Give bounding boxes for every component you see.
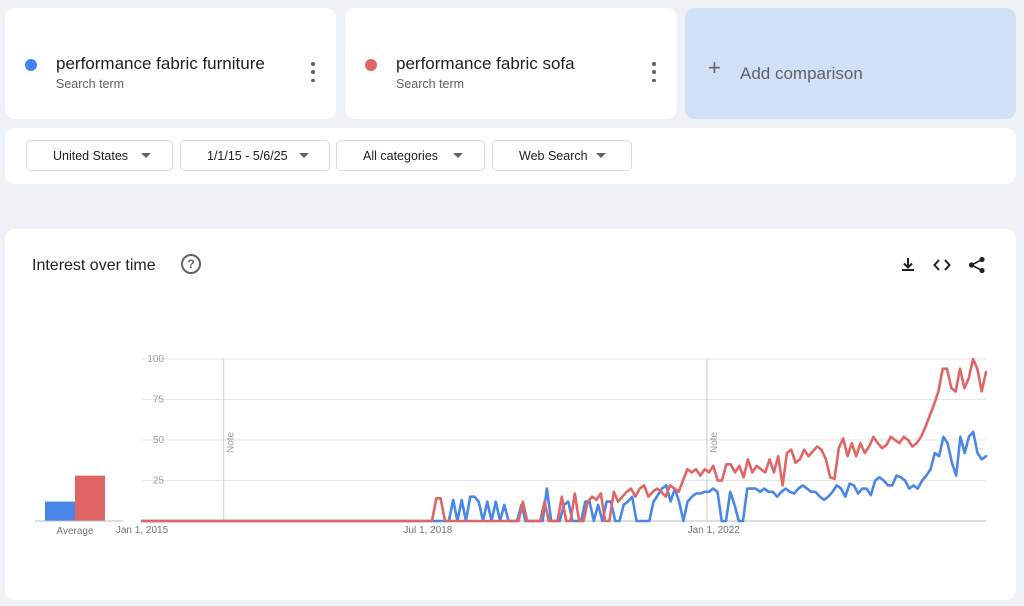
term-card-1[interactable]: performance fabric furniture Search term: [5, 8, 336, 119]
interest-chart: Average 25 50 75 100 Note Note Jan 1, 2015 Ju…: [35, 354, 988, 537]
more-vert-icon[interactable]: [304, 62, 322, 82]
note-label[interactable]: Note: [709, 431, 720, 453]
term-subtitle: Search term: [396, 77, 465, 91]
search-source-select[interactable]: Web Search: [492, 140, 632, 171]
search-source-value: Web Search: [519, 149, 588, 163]
note-label[interactable]: Note: [226, 431, 237, 453]
interest-over-time-card: Interest over time ? Average 25 50 75 100 N…: [5, 229, 1016, 600]
category-select[interactable]: All categories: [336, 140, 485, 171]
add-comparison-label: Add comparison: [740, 64, 863, 83]
filter-bar: United States 1/1/15 - 5/6/25 All catego…: [5, 128, 1016, 184]
x-tick-label: Jul 1, 2018: [403, 525, 452, 536]
plus-icon: +: [708, 55, 721, 80]
caret-down-icon: [596, 153, 606, 158]
term-card-2[interactable]: performance fabric sofa Search term: [345, 8, 677, 119]
region-value: United States: [53, 149, 129, 163]
term-name[interactable]: performance fabric sofa: [396, 54, 575, 74]
average-bar-2[interactable]: [75, 475, 105, 521]
average-label: Average: [56, 526, 94, 537]
y-tick-label: 75: [153, 395, 165, 406]
series-color-dot: [365, 59, 377, 71]
x-tick-label: Jan 1, 2022: [688, 525, 741, 536]
caret-down-icon: [299, 153, 309, 158]
caret-down-icon: [453, 153, 463, 158]
y-tick-label: 50: [153, 435, 165, 446]
term-name[interactable]: performance fabric furniture: [56, 54, 265, 74]
term-subtitle: Search term: [56, 77, 125, 91]
add-comparison-button[interactable]: + Add comparison: [685, 8, 1016, 119]
region-select[interactable]: United States: [26, 140, 173, 171]
date-range-value: 1/1/15 - 5/6/25: [207, 149, 288, 163]
average-bar-1[interactable]: [45, 501, 75, 521]
x-tick-label: Jan 1, 2015: [116, 525, 169, 536]
y-tick-label: 25: [153, 476, 165, 487]
category-value: All categories: [363, 149, 439, 163]
more-vert-icon[interactable]: [645, 62, 663, 82]
date-range-select[interactable]: 1/1/15 - 5/6/25: [180, 140, 330, 171]
caret-down-icon: [141, 153, 151, 158]
series-color-dot: [25, 59, 37, 71]
y-tick-label: 100: [147, 354, 164, 365]
